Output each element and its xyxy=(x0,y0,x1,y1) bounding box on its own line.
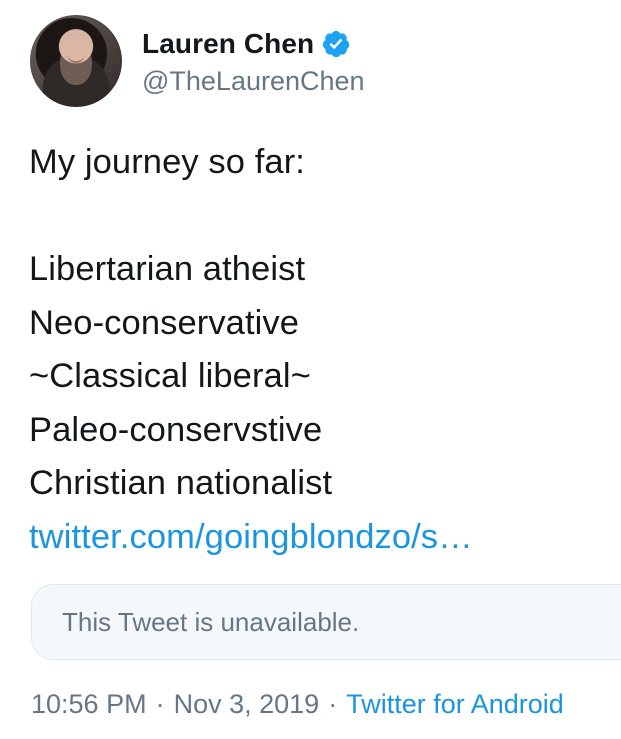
tweet-line: Christian nationalist xyxy=(29,464,333,502)
user-handle[interactable]: @TheLaurenChen xyxy=(142,66,365,97)
user-info: Lauren Chen @TheLaurenChen xyxy=(142,26,365,97)
tweet-line: Neo-conservative xyxy=(29,303,300,342)
tweet-text: My journey so far: Libertarian atheist N… xyxy=(29,136,604,564)
tweet-line: My journey so far: xyxy=(29,143,305,181)
metadata-separator: · xyxy=(155,689,165,719)
avatar[interactable] xyxy=(30,15,122,107)
tweet-line: ~Classical liberal~ xyxy=(29,357,311,395)
tweet-header: Lauren Chen @TheLaurenChen xyxy=(30,14,365,108)
unavailable-quoted-tweet: This Tweet is unavailable. xyxy=(31,584,621,660)
tweet-line: Paleo-conservstive xyxy=(29,410,323,449)
tweet-line: Libertarian atheist xyxy=(29,250,306,288)
unavailable-message: This Tweet is unavailable. xyxy=(62,607,360,637)
name-row: Lauren Chen xyxy=(142,27,365,61)
tweet-link[interactable]: twitter.com/goingblondzo/s… xyxy=(29,511,604,565)
tweet-source-link[interactable]: Twitter for Android xyxy=(346,687,564,721)
tweet-time[interactable]: 10:56 PM xyxy=(31,687,147,721)
tweet-metadata: 10:56 PM · Nov 3, 2019 · Twitter for And… xyxy=(31,687,564,721)
tweet-line-empty xyxy=(29,190,604,244)
display-name[interactable]: Lauren Chen xyxy=(142,27,314,61)
tweet-date[interactable]: Nov 3, 2019 xyxy=(174,687,320,721)
tweet-card: Lauren Chen @TheLaurenChen My journey so… xyxy=(0,0,621,739)
metadata-separator: · xyxy=(328,689,338,719)
verified-badge-icon xyxy=(323,30,350,57)
